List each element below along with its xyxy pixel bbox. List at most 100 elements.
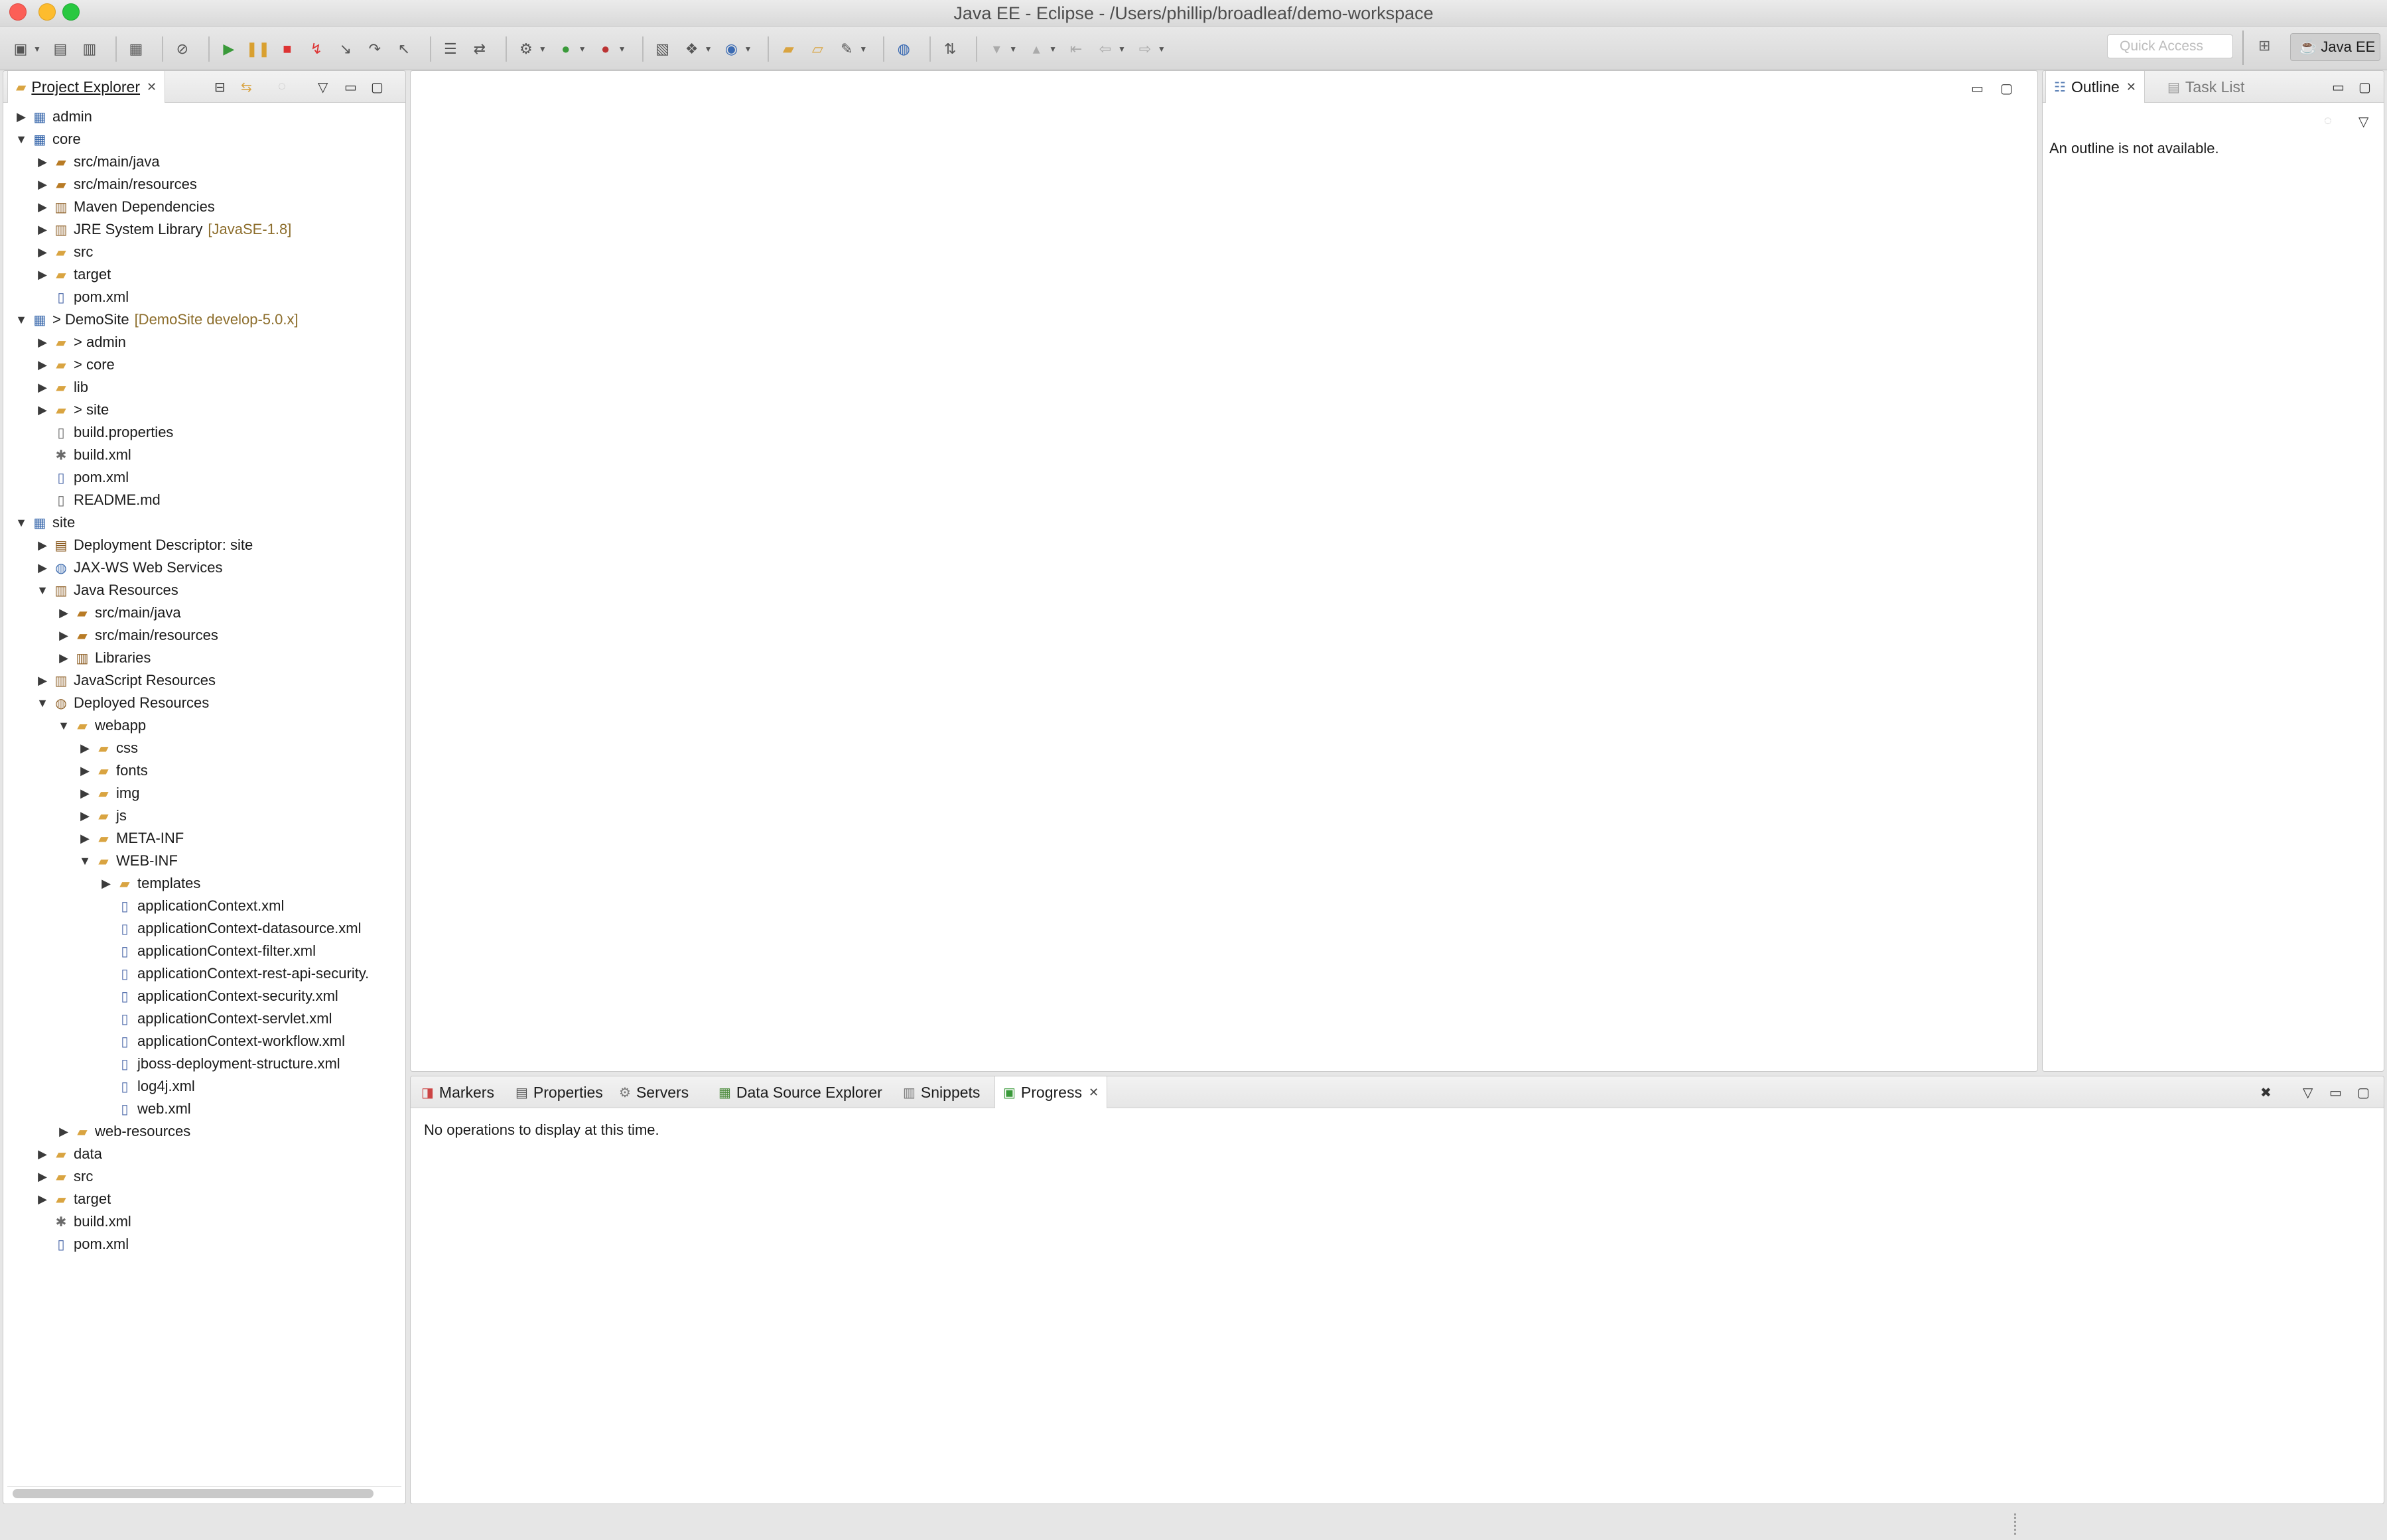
expanded-twisty-icon[interactable]: ▼ [34,584,51,598]
tree-item[interactable]: ▼ ▰ webapp [55,714,146,737]
tree-item[interactable]: ▯ web.xml [98,1098,190,1120]
tree-item[interactable]: ▶ ▰ src/main/resources [55,624,218,647]
resume-icon[interactable]: ▶ [218,38,240,60]
tab-data-source-explorer[interactable]: ▦ Data Source Explorer [711,1076,890,1108]
debug-gear-icon[interactable]: ⚙ [515,38,537,60]
step-return-icon[interactable]: ↖ [393,38,415,60]
next-annotation-icon[interactable]: ▾ [985,38,1008,60]
new-java-ee-dropdown-icon[interactable]: ▼ [705,44,713,54]
skip-breakpoints-icon[interactable]: ⊘ [171,38,194,60]
tab-outline[interactable]: ☷ Outline ✕ [2045,71,2145,103]
tree-item[interactable]: ▼ ▦ site [13,511,75,534]
collapsed-twisty-icon[interactable]: ▶ [98,877,115,891]
tree-item[interactable]: ▶ ▰ data [34,1143,102,1165]
tree-item[interactable]: ▶ ▥ Maven Dependencies [34,196,215,218]
tree-item[interactable]: ▶ ▰ META-INF [76,827,184,850]
tree-item[interactable]: ▯ pom.xml [34,286,129,308]
previous-annotation-icon[interactable]: ▴ [1025,38,1048,60]
open-task-icon[interactable]: ▱ [806,38,829,60]
minimize-icon[interactable]: ▭ [2332,79,2345,96]
previous-annotation-dropdown-icon[interactable]: ▼ [1049,44,1057,54]
outline-filter-icon[interactable]: ◌ [2324,113,2332,129]
tab-task-list[interactable]: ▤ Task List [2159,71,2252,103]
collapse-all-icon[interactable]: ⊟ [214,79,226,96]
step-over-icon[interactable]: ↷ [364,38,386,60]
run-dropdown-icon[interactable]: ▼ [579,44,586,54]
external-tools-dropdown-icon[interactable]: ▼ [618,44,626,54]
tree-item[interactable]: ▶ ▰ src/main/resources [34,173,197,196]
toggle-mark-icon[interactable]: ⇅ [939,38,961,60]
tree-item[interactable]: ▶ ▰ > admin [34,331,126,353]
maximize-icon[interactable]: ▢ [2357,1084,2370,1101]
outline-view-menu-icon[interactable]: ▽ [2358,113,2368,130]
tree-item[interactable]: ▶ ▰ fonts [76,759,148,782]
close-icon[interactable]: ✕ [1089,1086,1099,1100]
tree-item[interactable]: ▶ ▰ img [76,782,139,804]
tree-item[interactable]: ▯ applicationContext-filter.xml [98,940,316,962]
close-icon[interactable]: ✕ [2126,80,2136,94]
external-tools-icon[interactable]: ● [594,38,617,60]
collapsed-twisty-icon[interactable]: ▶ [55,629,72,643]
collapsed-twisty-icon[interactable]: ▶ [34,358,51,372]
collapsed-twisty-icon[interactable]: ▶ [34,539,51,552]
tree-item[interactable]: ▼ ▰ WEB-INF [76,850,178,872]
expanded-twisty-icon[interactable]: ▼ [13,313,30,327]
expanded-twisty-icon[interactable]: ▼ [76,854,94,868]
collapsed-twisty-icon[interactable]: ▶ [76,741,94,755]
link-with-editor-icon[interactable]: ⇆ [241,79,252,96]
terminate-icon[interactable]: ■ [276,38,299,60]
tree-item[interactable]: ✱ build.xml [34,1210,131,1233]
tree-item[interactable]: ▶ ▤ Deployment Descriptor: site [34,534,253,556]
collapsed-twisty-icon[interactable]: ▶ [76,832,94,846]
tree-item[interactable]: ▶ ▰ src [34,241,93,263]
terminal-icon[interactable]: ▦ [125,38,147,60]
expanded-twisty-icon[interactable]: ▼ [55,719,72,733]
tree-item[interactable]: ▶ ▰ js [76,804,127,827]
tree-item[interactable]: ▯ pom.xml [34,466,129,489]
collapsed-twisty-icon[interactable]: ▶ [55,1125,72,1139]
tree-item[interactable]: ▯ applicationContext-workflow.xml [98,1030,345,1053]
remove-finished-icon[interactable]: ✖ [2260,1084,2272,1101]
collapsed-twisty-icon[interactable]: ▶ [34,268,51,282]
new-class-icon[interactable]: ◉ [720,38,742,60]
filter-icon[interactable]: ◌ [278,79,286,94]
collapsed-twisty-icon[interactable]: ▶ [34,178,51,192]
minimize-icon[interactable]: ▭ [344,79,357,96]
tree-item[interactable]: ▶ ▰ css [76,737,138,759]
open-perspective-icon[interactable]: ⊞ [2258,37,2281,58]
tree-item[interactable]: ▯ applicationContext-security.xml [98,985,338,1007]
forward-arrow-icon[interactable]: ⇨ [1134,38,1156,60]
new-dropdown-icon[interactable]: ▼ [33,44,41,54]
web-browser-icon[interactable]: ◍ [892,38,915,60]
collapsed-twisty-icon[interactable]: ▶ [76,787,94,801]
back-dropdown-icon[interactable]: ▼ [1118,44,1126,54]
debug-dropdown-icon[interactable]: ▼ [539,44,547,54]
collapsed-twisty-icon[interactable]: ▶ [34,200,51,214]
forward-dropdown-icon[interactable]: ▼ [1158,44,1166,54]
editor-minimize-icon[interactable]: ▭ [1971,80,1984,97]
collapsed-twisty-icon[interactable]: ▶ [34,245,51,259]
tree-item[interactable]: ▶ ◍ JAX-WS Web Services [34,556,222,579]
tree-item[interactable]: ▶ ▰ web-resources [55,1120,190,1143]
collapsed-twisty-icon[interactable]: ▶ [34,336,51,350]
tree-item[interactable]: ▶ ▰ templates [98,872,200,895]
tab-project-explorer[interactable]: ▰ Project Explorer ✕ [7,71,166,103]
expanded-twisty-icon[interactable]: ▼ [34,696,51,710]
tree-item[interactable]: ▯ README.md [34,489,160,511]
maximize-icon[interactable]: ▢ [2358,79,2371,96]
tree-item[interactable]: ▯ pom.xml [34,1233,129,1255]
collapsed-twisty-icon[interactable]: ▶ [76,809,94,823]
tree-item[interactable]: ▶ ▰ src/main/java [34,151,160,173]
maximize-icon[interactable]: ▢ [371,79,383,96]
collapsed-twisty-icon[interactable]: ▶ [34,674,51,688]
new-server-icon[interactable]: ▧ [651,38,674,60]
collapsed-twisty-icon[interactable]: ▶ [34,381,51,395]
collapsed-twisty-icon[interactable]: ▶ [34,561,51,575]
tree-item[interactable]: ▶ ▥ JRE System Library [JavaSE-1.8] [34,218,291,241]
expanded-twisty-icon[interactable]: ▼ [13,516,30,530]
search-dropdown-icon[interactable]: ▼ [859,44,867,54]
tree-item[interactable]: ▯ build.properties [34,421,173,444]
new-java-ee-icon[interactable]: ❖ [681,38,703,60]
tree-item[interactable]: ▶ ▥ JavaScript Resources [34,669,216,692]
search-icon[interactable]: ✎ [835,38,858,60]
